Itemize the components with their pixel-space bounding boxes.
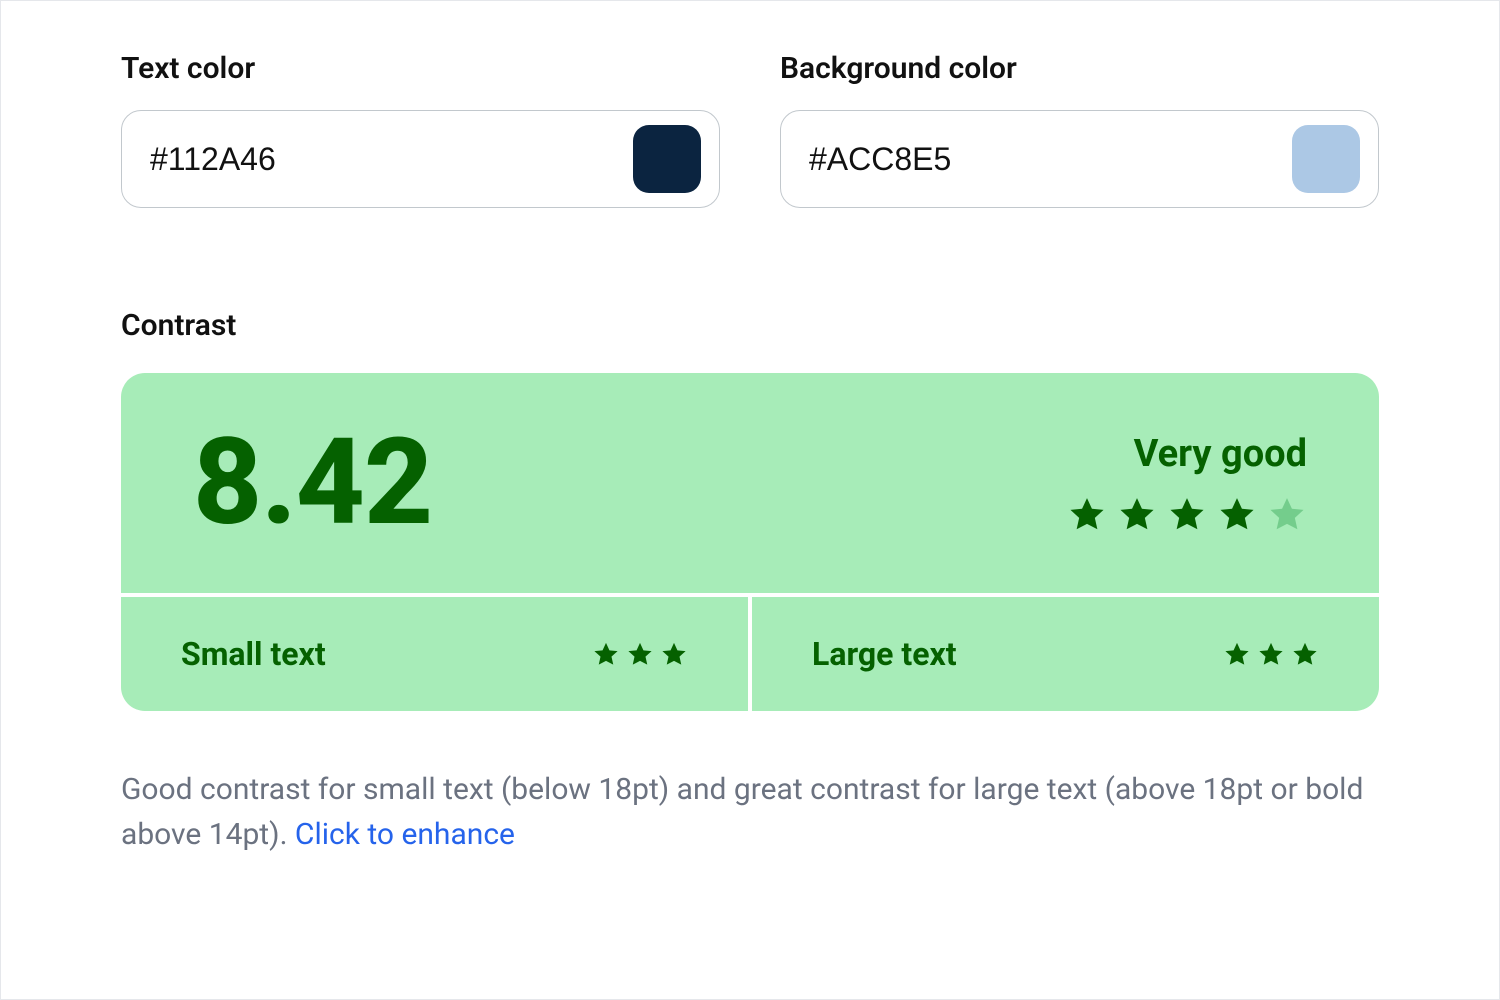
text-color-label: Text color [121,51,720,86]
text-color-swatch[interactable] [633,125,701,193]
small-text-label: Small text [181,635,326,673]
star-icon [1217,494,1257,534]
star-icon [1223,640,1251,668]
large-text-stars [1223,640,1319,668]
contrast-score-card: 8.42 Very good Small text [121,373,1379,711]
star-icon [1067,494,1107,534]
star-icon [1257,640,1285,668]
large-text-cell: Large text [752,597,1379,711]
text-color-input[interactable] [150,141,536,178]
star-icon [1117,494,1157,534]
score-bottom: Small text Large text [121,593,1379,711]
small-text-stars [592,640,688,668]
contrast-heading: Contrast [121,308,1379,343]
star-icon [592,640,620,668]
star-icon [626,640,654,668]
contrast-description: Good contrast for small text (below 18pt… [121,767,1379,857]
bg-color-input-wrap [780,110,1379,208]
large-text-label: Large text [812,635,957,673]
contrast-verdict: Very good [1067,432,1307,476]
star-icon [1267,494,1307,534]
bg-color-input[interactable] [809,141,1195,178]
text-color-input-wrap [121,110,720,208]
small-text-cell: Small text [121,597,752,711]
bg-color-label: Background color [780,51,1379,86]
overall-stars [1067,494,1307,534]
bg-color-group: Background color [780,51,1379,208]
contrast-section: Contrast 8.42 Very good Small text [121,308,1379,857]
score-right: Very good [1067,432,1307,534]
star-icon [1167,494,1207,534]
score-top: 8.42 Very good [121,373,1379,593]
star-icon [660,640,688,668]
star-icon [1291,640,1319,668]
text-color-group: Text color [121,51,720,208]
contrast-score-value: 8.42 [193,423,432,543]
bg-color-swatch[interactable] [1292,125,1360,193]
enhance-link[interactable]: Click to enhance [295,817,515,852]
